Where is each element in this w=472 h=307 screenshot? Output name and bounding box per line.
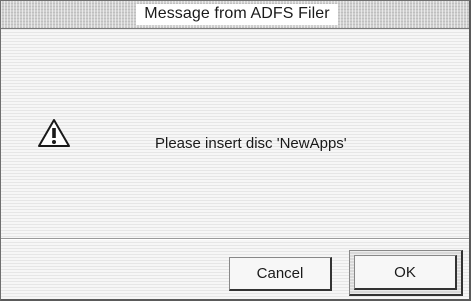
title-bar[interactable]: Message from ADFS Filer bbox=[1, 1, 469, 29]
message-area: Please insert disc 'NewApps' bbox=[1, 29, 469, 238]
ok-button[interactable]: OK bbox=[354, 255, 457, 290]
cancel-button[interactable]: Cancel bbox=[229, 257, 332, 291]
message-dialog: Message from ADFS Filer Please insert di… bbox=[0, 0, 471, 301]
warning-icon bbox=[38, 119, 70, 147]
window-title: Message from ADFS Filer bbox=[136, 4, 338, 25]
message-text: Please insert disc 'NewApps' bbox=[155, 135, 347, 152]
button-separator bbox=[1, 238, 469, 240]
default-button-frame: OK bbox=[349, 250, 463, 296]
